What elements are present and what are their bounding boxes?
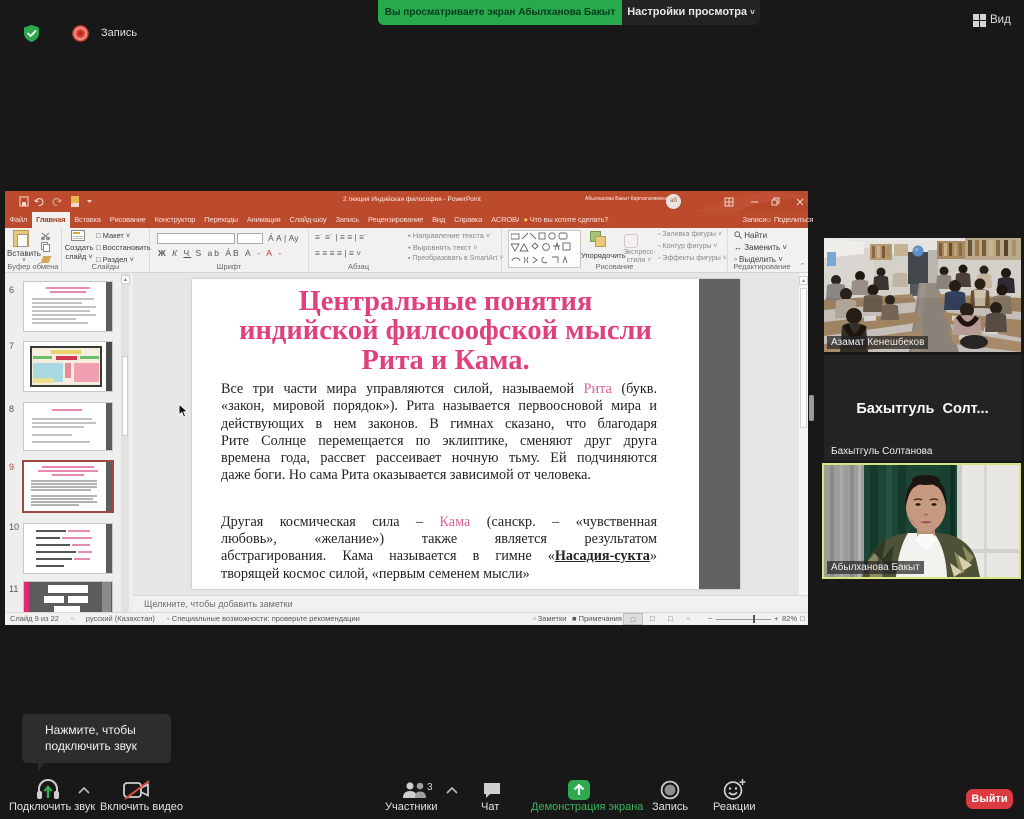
svg-text:3: 3 xyxy=(427,782,433,793)
